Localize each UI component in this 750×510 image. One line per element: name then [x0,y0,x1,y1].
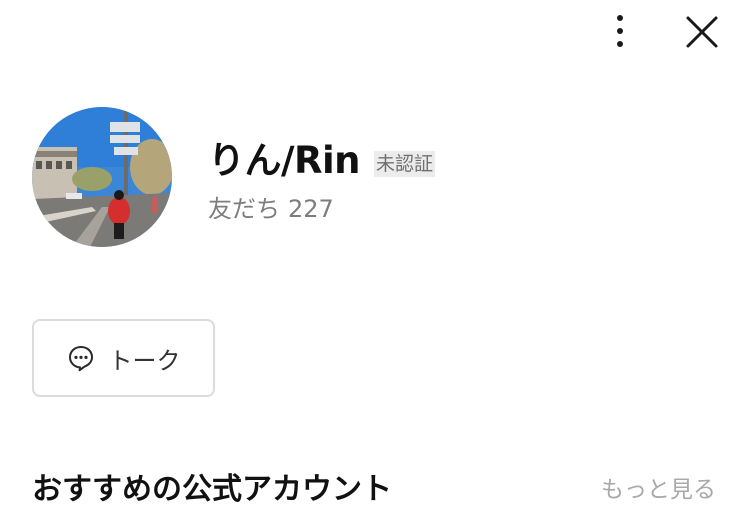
close-icon [686,16,718,48]
close-button[interactable] [682,12,722,52]
more-vertical-icon [617,15,623,47]
avatar-photo [32,107,172,247]
talk-button-label: トーク [108,346,181,375]
profile-avatar[interactable] [32,107,172,247]
profile-name: りん/Rin [208,139,361,182]
profile-name-row: りん/Rin 未認証 [208,138,436,184]
friends-label: 友だち [208,195,280,223]
verification-badge: 未認証 [374,151,436,177]
friends-count: 227 [288,195,334,223]
friends-count-row: 友だち 227 [208,193,334,225]
talk-button[interactable]: トーク [32,319,215,397]
see-more-link[interactable]: もっと見る [601,474,716,506]
more-options-button[interactable] [606,12,634,52]
recommended-accounts-title: おすすめの公式アカウント [32,472,392,507]
chat-bubble-icon [68,346,93,372]
